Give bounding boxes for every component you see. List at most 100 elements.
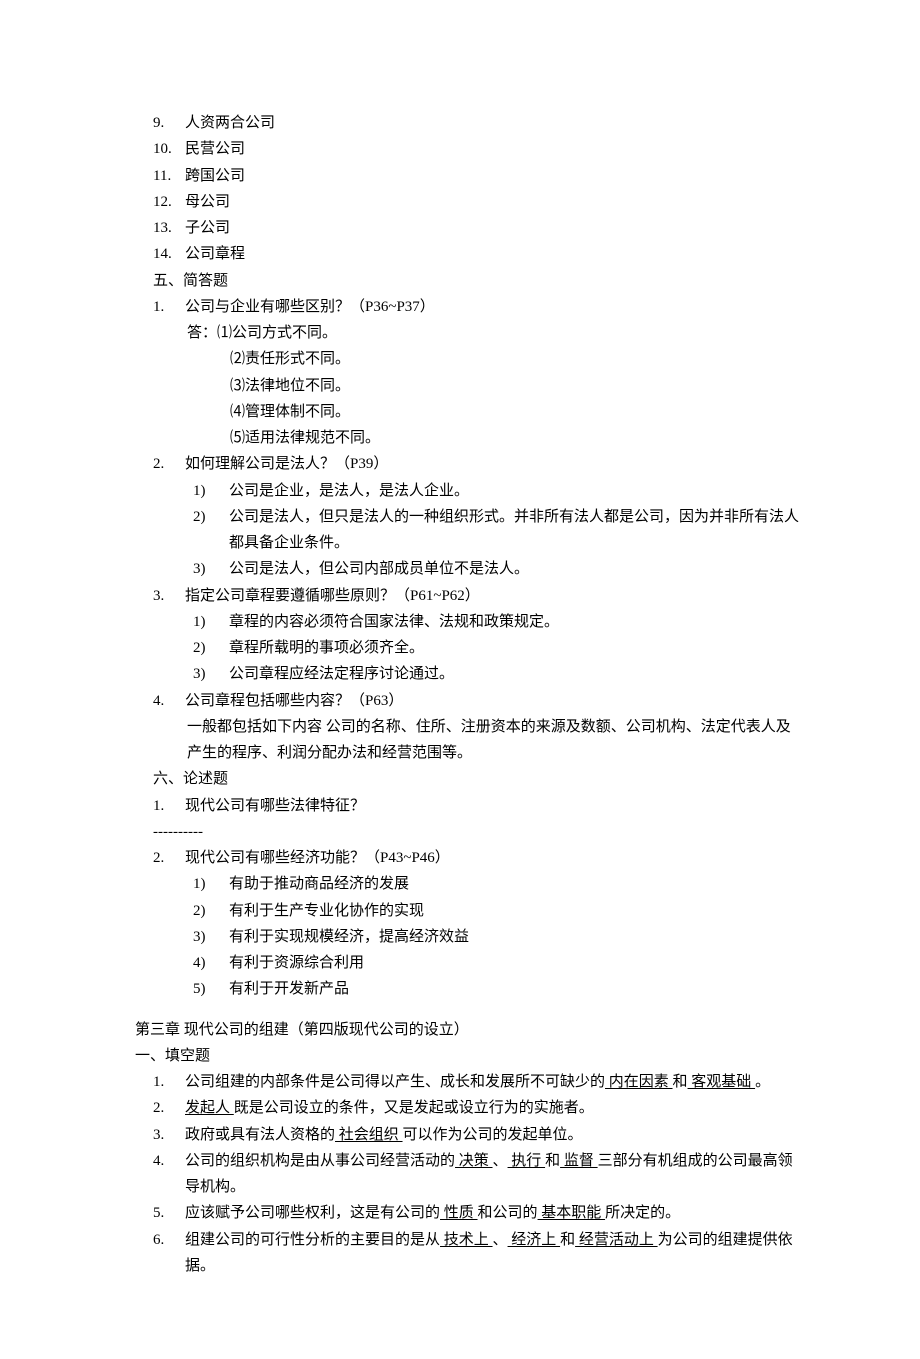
sub-num: 2) [193,504,229,557]
fill-num: 3. [153,1122,185,1148]
eq2-sub-5: 5) 有利于开发新产品 [193,976,800,1002]
item-text: 跨国公司 [185,163,245,189]
fill-blank: 基本职能 [538,1205,606,1221]
fill-pre: 政府或具有法人资格的 [185,1127,335,1143]
eq1-title: 1. 现代公司有哪些法律特征？ [153,793,800,819]
fill-post: 可以作为公司的发起单位。 [403,1127,583,1143]
q4-title: 4. 公司章程包括哪些内容？（P63） [153,688,800,714]
question-4: 4. 公司章程包括哪些内容？（P63） 一般都包括如下内容 公司的名称、住所、注… [135,688,800,767]
fill-section-header: 一、填空题 [135,1043,800,1069]
item-text: 公司章程 [185,241,245,267]
answer-text: ⑴公司方式不同。 [217,325,337,341]
question-3: 3. 指定公司章程要遵循哪些原则？（P61~P62） 1) 章程的内容必须符合国… [135,583,800,688]
fill-blank: 社会组织 [335,1127,403,1143]
sub-num: 1) [193,871,229,897]
sub-num: 3) [193,924,229,950]
answer-prefix: 答： [187,325,217,341]
sub-text: 公司是企业，是法人，是法人企业。 [229,478,469,504]
list-item-11: 11. 跨国公司 [153,163,800,189]
item-text: 人资两合公司 [185,110,275,136]
q4-content: 一般都包括如下内容 公司的名称、住所、注册资本的来源及数额、公司机构、法定代表人… [187,714,800,767]
fill-text: 应该赋予公司哪些权利，这是有公司的 性质 和公司的 基本职能 所决定的。 [185,1200,800,1226]
fill-blank: 监督 [560,1153,598,1169]
fill-blank: 性质 [440,1205,478,1221]
sub-text: 章程的内容必须符合国家法律、法规和政策规定。 [229,609,559,635]
fill-6: 6. 组建公司的可行性分析的主要目的是从 技术上 、 经济上 和 经营活动上 为… [153,1227,800,1280]
section-6-header: 六、论述题 [153,766,800,792]
fill-post: 。 [755,1074,770,1090]
fill-pre: 组建公司的可行性分析的主要目的是从 [185,1232,440,1248]
q3-sub-3: 3) 公司章程应经法定程序讨论通过。 [193,661,800,687]
q-text: 现代公司有哪些法律特征？ [185,793,365,819]
fill-blank: 经济上 [508,1232,561,1248]
sub-num: 2) [193,635,229,661]
fill-text: 组建公司的可行性分析的主要目的是从 技术上 、 经济上 和 经营活动上 为公司的… [185,1227,800,1280]
top-list: 9. 人资两合公司 10. 民营公司 11. 跨国公司 12. 母公司 13. … [135,110,800,268]
sub-text: 有助于推动商品经济的发展 [229,871,409,897]
sub-text: 公司章程应经法定程序讨论通过。 [229,661,454,687]
q1-answer-4: ⑷管理体制不同。 [230,399,800,425]
sub-num: 4) [193,950,229,976]
eq2-sub-3: 3) 有利于实现规模经济，提高经济效益 [193,924,800,950]
question-2: 2. 如何理解公司是法人？（P39） 1) 公司是企业，是法人，是法人企业。 2… [135,451,800,582]
q3-sub-1: 1) 章程的内容必须符合国家法律、法规和政策规定。 [193,609,800,635]
item-text: 母公司 [185,189,230,215]
list-item-10: 10. 民营公司 [153,136,800,162]
eq2-sub-1: 1) 有助于推动商品经济的发展 [193,871,800,897]
item-num: 11. [153,163,185,189]
item-text: 民营公司 [185,136,245,162]
fill-blank: 客观基础 [688,1074,756,1090]
fill-blank: 执行 [508,1153,546,1169]
sub-num: 2) [193,898,229,924]
essay-q2: 2. 现代公司有哪些经济功能？（P43~P46） 1) 有助于推动商品经济的发展… [135,845,800,1003]
eq2-sub-4: 4) 有利于资源综合利用 [193,950,800,976]
q-num: 2. [153,451,185,477]
fill-pre: 公司组建的内部条件是公司得以产生、成长和发展所不可缺少的 [185,1074,605,1090]
q2-sub-3: 3) 公司是法人，但公司内部成员单位不是法人。 [193,556,800,582]
sub-text: 公司是法人，但只是法人的一种组织形式。并非所有法人都是公司，因为并非所有法人都具… [229,504,800,557]
fill-mid: 、 [493,1153,508,1169]
fill-num: 5. [153,1200,185,1226]
q-text: 公司与企业有哪些区别？（P36~P37） [185,294,435,320]
fill-text: 公司的组织机构是由从事公司经营活动的 决策 、 执行 和 监督 三部分有机组成的… [185,1148,800,1201]
fill-blank: 经营活动上 [575,1232,658,1248]
fill-mid: 和 [673,1074,688,1090]
sub-text: 有利于开发新产品 [229,976,349,1002]
q-num: 3. [153,583,185,609]
question-1: 1. 公司与企业有哪些区别？（P36~P37） 答：⑴公司方式不同。 ⑵责任形式… [135,294,800,452]
q-text: 现代公司有哪些经济功能？（P43~P46） [185,845,450,871]
fill-num: 2. [153,1095,185,1121]
essay-q1: 1. 现代公司有哪些法律特征？ [135,793,800,819]
fill-blank: 决策 [455,1153,493,1169]
q2-sub-2: 2) 公司是法人，但只是法人的一种组织形式。并非所有法人都是公司，因为并非所有法… [193,504,800,557]
q-num: 1. [153,793,185,819]
fill-pre: 应该赋予公司哪些权利，这是有公司的 [185,1205,440,1221]
fill-1: 1. 公司组建的内部条件是公司得以产生、成长和发展所不可缺少的 内在因素 和 客… [153,1069,800,1095]
sub-num: 1) [193,478,229,504]
fill-mid: 和公司的 [478,1205,538,1221]
fill-num: 1. [153,1069,185,1095]
fill-pre: 公司的组织机构是由从事公司经营活动的 [185,1153,455,1169]
fill-3: 3. 政府或具有法人资格的 社会组织 可以作为公司的发起单位。 [153,1122,800,1148]
sub-text: 有利于资源综合利用 [229,950,364,976]
fill-mid: 和 [545,1153,560,1169]
eq2-sub-2: 2) 有利于生产专业化协作的实现 [193,898,800,924]
sub-num: 3) [193,661,229,687]
q1-title: 1. 公司与企业有哪些区别？（P36~P37） [153,294,800,320]
fill-2: 2. 发起人 既是公司设立的条件，又是发起或设立行为的实施者。 [153,1095,800,1121]
q3-sub-2: 2) 章程所载明的事项必须齐全。 [193,635,800,661]
q-text: 公司章程包括哪些内容？（P63） [185,688,403,714]
list-item-14: 14. 公司章程 [153,241,800,267]
q1-answer-1: 答：⑴公司方式不同。 [187,320,800,346]
item-num: 13. [153,215,185,241]
sub-num: 3) [193,556,229,582]
item-num: 10. [153,136,185,162]
sub-text: 有利于实现规模经济，提高经济效益 [229,924,469,950]
fill-num: 4. [153,1148,185,1201]
sub-num: 1) [193,609,229,635]
item-num: 12. [153,189,185,215]
item-num: 14. [153,241,185,267]
sub-num: 5) [193,976,229,1002]
sub-text: 有利于生产专业化协作的实现 [229,898,424,924]
fill-text: 公司组建的内部条件是公司得以产生、成长和发展所不可缺少的 内在因素 和 客观基础… [185,1069,800,1095]
